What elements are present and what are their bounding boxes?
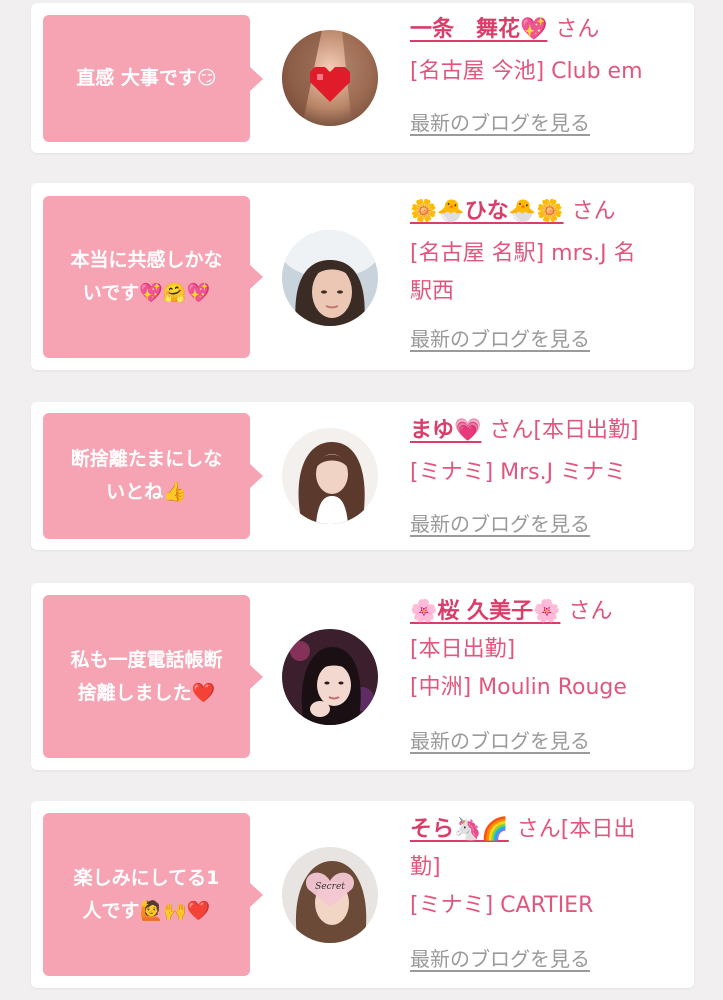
user-info: まゆ💗 さん[本日出勤] [ミナミ] Mrs.J ミナミ (410, 412, 684, 492)
user-info: そら🦄🌈 さん[本日出 勤] [ミナミ] CARTIER (410, 811, 684, 925)
user-name-link[interactable]: まゆ💗 (410, 418, 481, 443)
user-info: 一条 舞花💖 さん [名古屋 今池] Club em (410, 11, 684, 91)
latest-blog-link[interactable]: 最新のブログを見る (410, 725, 590, 754)
shop-detail: [本日出勤] [中洲] Moulin Rouge (410, 637, 627, 700)
latest-blog-link[interactable]: 最新のブログを見る (410, 943, 590, 972)
shop-detail: [名古屋 名駅] mrs.J 名 駅西 (410, 241, 636, 304)
comment-bubble: 断捨離たまにしな いとね👍 (43, 413, 263, 539)
avatar[interactable] (282, 629, 378, 725)
user-name-link[interactable]: そら🦄🌈 (410, 817, 509, 842)
user-info: 🌼🐣ひな🐣🌼 さん [名古屋 名駅] mrs.J 名 駅西 (410, 193, 684, 311)
comment-bubble: 私も一度電話帳断 捨離しました❤️ (43, 595, 263, 758)
name-row: 🌸桜 久美子🌸 さん (410, 593, 684, 631)
avatar[interactable] (282, 30, 378, 126)
portrait-icon (282, 230, 378, 326)
portrait-heart-sticker-icon (282, 30, 378, 126)
user-name-link[interactable]: 一条 舞花💖 (410, 17, 547, 42)
avatar[interactable] (282, 428, 378, 524)
honorific: さん (571, 199, 616, 224)
latest-blog-link[interactable]: 最新のブログを見る (410, 107, 590, 136)
user-name-link[interactable]: 🌸桜 久美子🌸 (410, 599, 560, 624)
comment-text: 本当に共感しかな いです💖🤗💖 (70, 249, 223, 304)
name-row: 🌼🐣ひな🐣🌼 さん (410, 193, 684, 231)
comment-card: 直感 大事です😏 一条 舞花💖 さん [名古屋 今池] Club em 最新のブロ… (31, 3, 694, 153)
user-info: 🌸桜 久美子🌸 さん [本日出勤] [中洲] Moulin Rouge (410, 593, 684, 707)
honorific: さん[本日出 (516, 817, 636, 842)
comment-bubble: 直感 大事です😏 (43, 15, 263, 142)
avatar[interactable] (282, 230, 378, 326)
comment-card: 私も一度電話帳断 捨離しました❤️ 🌸桜 久美子🌸 さん [本日出勤] [中洲] … (31, 583, 694, 770)
avatar[interactable]: Secret (282, 847, 378, 943)
honorific: さん (568, 599, 613, 624)
shop-detail: [ミナミ] Mrs.J ミナミ (410, 460, 627, 485)
portrait-icon (282, 629, 378, 725)
portrait-icon (282, 428, 378, 524)
comment-card: 楽しみにしてる1 人です🙋🙌❤️ Secret そら🦄🌈 さん[本日出 勤] [ミ… (31, 801, 694, 988)
shop-detail: [名古屋 今池] Club em (410, 59, 643, 84)
comment-bubble: 楽しみにしてる1 人です🙋🙌❤️ (43, 813, 263, 976)
comment-text: 断捨離たまにしな いとね👍 (70, 448, 223, 503)
name-row: そら🦄🌈 さん[本日出 (410, 811, 684, 849)
latest-blog-link[interactable]: 最新のブログを見る (410, 508, 590, 537)
secret-sticker-label: Secret (315, 882, 345, 892)
comment-card: 本当に共感しかな いです💖🤗💖 🌼🐣ひな🐣🌼 さん [名古屋 名駅] mrs.J … (31, 183, 694, 370)
comment-card: 断捨離たまにしな いとね👍 まゆ💗 さん[本日出勤] [ミナミ] Mrs.J ミナ… (31, 402, 694, 550)
name-row: まゆ💗 さん[本日出勤] (410, 412, 684, 450)
comment-bubble: 本当に共感しかな いです💖🤗💖 (43, 196, 263, 358)
honorific: さん[本日出勤] (489, 418, 639, 443)
name-row: 一条 舞花💖 さん (410, 11, 684, 49)
portrait-secret-sticker-icon: Secret (282, 847, 378, 943)
honorific: さん (555, 17, 600, 42)
comment-text: 楽しみにしてる1 人です🙋🙌❤️ (73, 866, 220, 922)
comment-text: 私も一度電話帳断 捨離しました❤️ (70, 648, 223, 704)
user-name-link[interactable]: 🌼🐣ひな🐣🌼 (410, 199, 564, 224)
shop-detail: 勤] [ミナミ] CARTIER (410, 855, 594, 918)
latest-blog-link[interactable]: 最新のブログを見る (410, 323, 590, 352)
comment-text: 直感 大事です😏 (76, 67, 217, 89)
